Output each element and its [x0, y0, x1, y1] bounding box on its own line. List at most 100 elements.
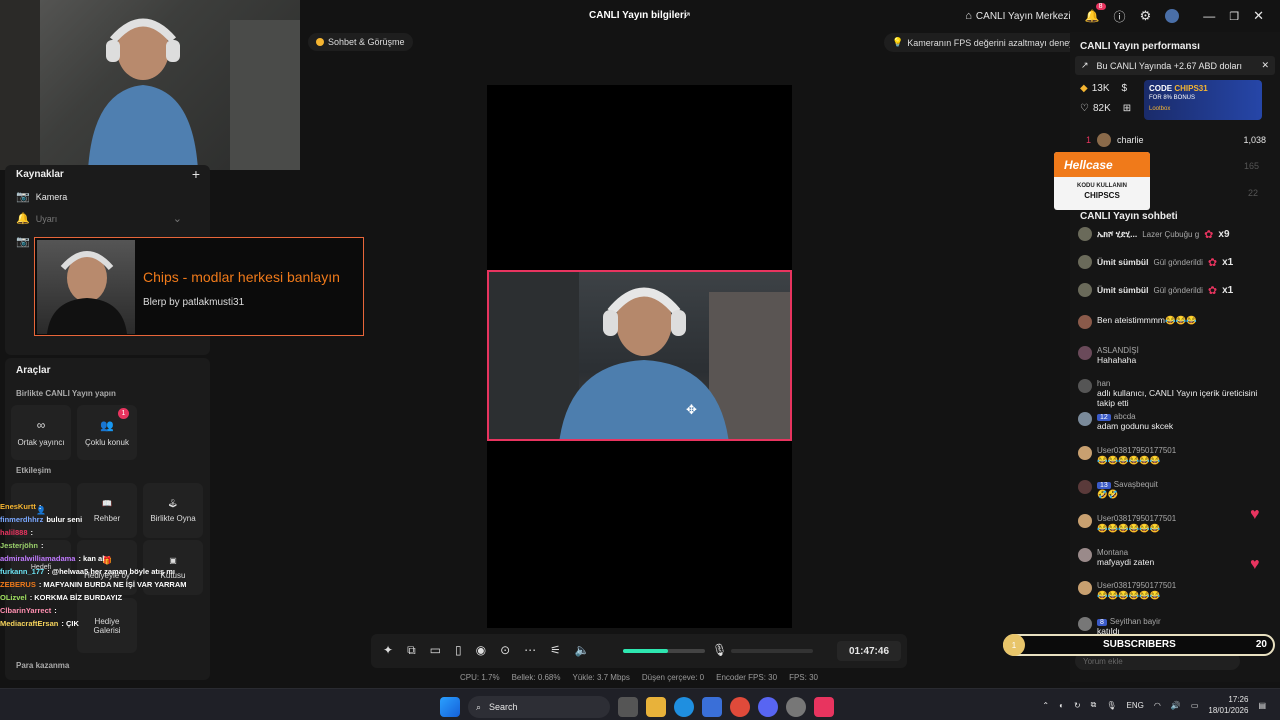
- minimize-icon[interactable]: —: [1203, 9, 1215, 23]
- sliders-icon[interactable]: ⚟: [550, 643, 561, 658]
- taskbar-search[interactable]: ⌕ Search: [468, 696, 610, 718]
- chat-username: abcda: [1113, 412, 1136, 421]
- tray-app-icon[interactable]: ◐: [1059, 701, 1064, 710]
- stream-chat-text: :: [30, 528, 34, 537]
- tray-sync-icon[interactable]: ↻: [1074, 701, 1081, 710]
- interaction-title: Etkileşim: [16, 466, 52, 475]
- chat-message: 13 Savaşbequit 🤣🤣: [1078, 480, 1278, 500]
- leaderboard-row[interactable]: 1 charlie 1,038: [1086, 133, 1266, 147]
- title-bar: CANLI Yayın bilgileri ↗ ⌂ CANLI Yayın Me…: [300, 0, 1280, 32]
- store-icon[interactable]: [702, 697, 722, 717]
- maximize-icon[interactable]: ❐: [1229, 10, 1239, 23]
- level-badge: 13: [1097, 482, 1111, 489]
- chat-title: CANLI Yayın sohbeti: [1080, 211, 1178, 222]
- tray-mic-icon[interactable]: 🎙: [1106, 701, 1116, 710]
- banner-close-icon[interactable]: ✕: [1261, 60, 1269, 71]
- more-icon[interactable]: ⋯: [524, 643, 536, 658]
- avatar[interactable]: [1165, 9, 1180, 23]
- task-view-icon[interactable]: [618, 697, 638, 717]
- multiguest-button[interactable]: 👥 Çoklu konuk 1: [77, 405, 137, 460]
- gift-sender: ኤክሾ ሂደሂ...: [1097, 228, 1138, 239]
- alert-subtitle: Blerp by patlakmusti31: [143, 297, 245, 308]
- chat-message: ASLANDİŞİ Hahahaha: [1078, 346, 1278, 365]
- rank-score-2: 165: [1244, 161, 1260, 171]
- layout-icon[interactable]: ▭: [430, 643, 441, 658]
- file-explorer-icon[interactable]: [646, 697, 666, 717]
- source-item-alert[interactable]: 🔔 Uyarı: [16, 212, 57, 225]
- chat-call-label: Sohbet & Görüşme: [328, 37, 405, 47]
- stream-chat-text: bulur seni: [46, 515, 83, 524]
- mic-icon[interactable]: 🎙: [712, 643, 727, 657]
- wifi-icon[interactable]: ◠: [1154, 701, 1161, 710]
- replay-icon[interactable]: ⊙: [500, 643, 510, 658]
- studio-link[interactable]: CANLI Yayın Merkezi: [976, 11, 1071, 22]
- avatar: [1078, 315, 1092, 329]
- record-icon[interactable]: ◉: [476, 643, 486, 658]
- chat-text: Hahahaha: [1097, 355, 1137, 365]
- chat-call-pill[interactable]: Sohbet & Görüşme: [308, 33, 413, 51]
- battery-icon[interactable]: ▭: [1191, 701, 1199, 710]
- stream-chat-name: finmerdhhrz: [0, 515, 44, 524]
- camera-icon: 📷: [16, 236, 30, 248]
- bell-icon[interactable]: 🔔 8: [1085, 3, 1106, 23]
- add-source-icon[interactable]: +: [192, 166, 200, 182]
- stream-chat-line: MediacraftErsan: ÇIK: [0, 617, 210, 630]
- gift-row: Ümit sümbül Gül gönderildi ✿ x1: [1078, 255, 1278, 269]
- alert-title: Chips - modlar herkesi banlayın: [143, 269, 340, 285]
- gift-count: x1: [1222, 284, 1234, 296]
- edge-icon[interactable]: [674, 697, 694, 717]
- gift-text: Gül gönderildi: [1153, 257, 1203, 267]
- stream-chat-line: admiralwilliamadama: kan al: [0, 552, 210, 565]
- notification-icon[interactable]: ▤: [1258, 701, 1266, 710]
- chat-text: 🤣🤣: [1097, 489, 1119, 499]
- chevron-up-icon[interactable]: ⌃: [1042, 701, 1049, 710]
- screen-share-icon[interactable]: ⧉: [407, 643, 416, 658]
- tray-network-icon[interactable]: ⧉: [1091, 700, 1097, 710]
- ad-brand: Lootbox: [1149, 106, 1171, 112]
- gear-icon[interactable]: ⚙: [1140, 8, 1152, 24]
- stream-chat-line: finmerdhhrz bulur seni: [0, 513, 210, 526]
- app-icon[interactable]: [786, 697, 806, 717]
- camera-icon: 📷: [16, 191, 30, 203]
- share-icon[interactable]: ↗: [682, 9, 691, 22]
- chevron-down-icon[interactable]: ⌄: [173, 212, 182, 225]
- alert-image: [37, 240, 135, 334]
- chat-username: User03817950177501: [1097, 446, 1177, 455]
- close-icon[interactable]: ✕: [1253, 8, 1264, 24]
- tiktok-live-icon[interactable]: [814, 697, 834, 717]
- earnings-banner: ↗ Bu CANLI Yayında +2.67 ABD doları ✕: [1075, 56, 1275, 75]
- windows-start-icon[interactable]: [440, 697, 460, 717]
- phone-icon[interactable]: ▯: [455, 643, 462, 658]
- chat-message: Montana mafyaydi zaten: [1078, 548, 1278, 567]
- chat-username: User03817950177501: [1097, 514, 1177, 523]
- language-indicator[interactable]: ENG: [1127, 701, 1144, 710]
- stat-cpu: CPU: 1.7%: [460, 673, 500, 682]
- subs-start: 1: [1003, 634, 1025, 656]
- home-icon[interactable]: ⌂: [965, 10, 972, 22]
- ad-bonus: FOR 8% BONUS: [1149, 95, 1196, 101]
- chrome-icon[interactable]: [730, 697, 750, 717]
- speaker-icon[interactable]: 🔈: [575, 643, 590, 658]
- chat-message: han adlı kullanıcı, CANLI Yayın içerik ür…: [1078, 379, 1278, 408]
- volume-icon[interactable]: 🔊: [1171, 701, 1181, 710]
- stream-chat-line: furkann_177: @helwaa5 her zaman böyle at…: [0, 565, 210, 578]
- camera-source-box[interactable]: ✥: [487, 270, 792, 441]
- stream-chat-line: EnesKurtt:: [0, 500, 210, 513]
- volume-slider[interactable]: [623, 649, 705, 653]
- clock[interactable]: 17:26 18/01/2026: [1208, 694, 1248, 716]
- source-item-camera[interactable]: 📷 Kamera: [16, 190, 67, 203]
- stat-diamonds: ◆ 13K $: [1080, 83, 1128, 94]
- heart-icon: ♥: [1250, 556, 1260, 573]
- help-icon[interactable]: ⓘ: [1114, 8, 1126, 25]
- stream-chat-name: ClbarinYarrect: [0, 606, 52, 615]
- alert-overlay: Chips - modlar herkesi banlayın Blerp by…: [34, 237, 364, 336]
- avatar: [1078, 412, 1092, 426]
- multiguest-badge: 1: [118, 408, 129, 419]
- avatar: [1078, 548, 1092, 562]
- cohost-button[interactable]: ∞ Ortak yayıncı: [11, 405, 71, 460]
- magic-wand-icon[interactable]: ✦: [383, 643, 393, 658]
- mic-slider[interactable]: [731, 649, 813, 653]
- avatar: [1078, 514, 1092, 528]
- discord-icon[interactable]: [758, 697, 778, 717]
- stream-chat-text: :: [54, 606, 57, 615]
